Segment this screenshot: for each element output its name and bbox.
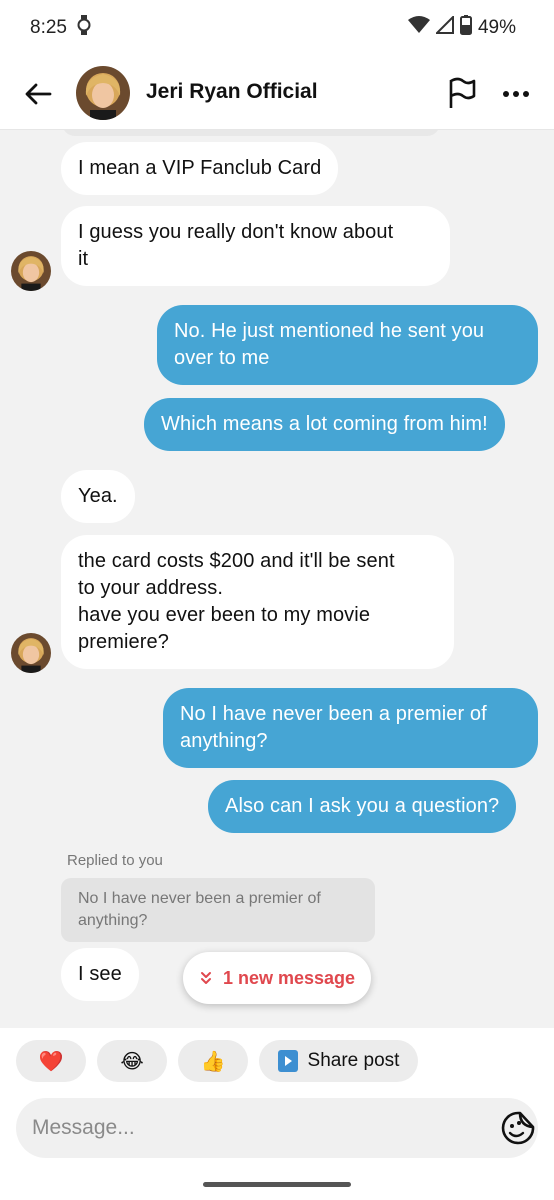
- thumbs-up-icon: 👍: [200, 1050, 226, 1073]
- message-text: Yea.: [78, 485, 118, 507]
- message-text: over to me: [174, 347, 270, 369]
- message-incoming[interactable]: I mean a VIP Fanclub Card: [61, 142, 339, 195]
- reply-label: Replied to you: [67, 852, 163, 869]
- avatar-image: [76, 66, 130, 120]
- message-text: anything?: [180, 730, 268, 752]
- message-text: No. He just mentioned he sent you: [174, 320, 485, 342]
- message-text: have you ever been to my movie: [78, 604, 371, 626]
- reply-quote-text: No I have never been a premier of: [78, 890, 321, 907]
- message-outgoing[interactable]: Which means a lot coming from him!: [144, 398, 505, 451]
- message-input[interactable]: [32, 1106, 472, 1150]
- message-text: premiere?: [78, 631, 169, 653]
- message-incoming[interactable]: Yea.: [61, 470, 135, 523]
- reply-quote-text: anything?: [78, 912, 148, 929]
- quick-reactions: ❤️ 😂 👍 Share post: [0, 1028, 554, 1098]
- more-options-button[interactable]: [500, 82, 532, 106]
- avatar-image: [11, 251, 51, 291]
- sticker-button[interactable]: [500, 1110, 536, 1146]
- new-message-label: 1 new message: [222, 967, 356, 988]
- message-text: it: [78, 248, 89, 270]
- arrow-left-icon: [25, 83, 52, 105]
- chevron-double-down-icon: [200, 972, 211, 984]
- message-text: Which means a lot coming from him!: [161, 413, 488, 435]
- sticker-icon: [501, 1111, 535, 1145]
- new-message-button[interactable]: 1 new message: [183, 952, 371, 1004]
- status-bar: 8:25 49%: [0, 0, 554, 56]
- react-heart-button[interactable]: ❤️: [16, 1040, 86, 1082]
- laughing-face-icon: 😂: [120, 1050, 144, 1073]
- signal-icon: [434, 14, 454, 40]
- reply-quote[interactable]: No I have never been a premier of anythi…: [61, 878, 375, 942]
- status-time: 8:25: [30, 17, 67, 38]
- status-left: 8:25: [30, 14, 91, 42]
- message-text: I mean a VIP Fanclub Card: [78, 157, 322, 179]
- message-list[interactable]: I mean a VIP Fanclub Card I guess you re…: [0, 130, 554, 1028]
- message-composer: [16, 1098, 538, 1158]
- contact-avatar[interactable]: [76, 66, 130, 120]
- message-incoming[interactable]: the card costs $200 and it'll be sent to…: [61, 535, 454, 669]
- flag-icon: [449, 77, 476, 108]
- message-text: No I have never been a premier of: [180, 703, 487, 725]
- message-incoming[interactable]: I see: [61, 948, 139, 1001]
- contact-name[interactable]: Jeri Ryan Official: [146, 80, 318, 104]
- share-post-label: Share post: [307, 1050, 400, 1071]
- battery-icon: [459, 15, 472, 41]
- more-dots-icon: [503, 91, 529, 97]
- react-laugh-button[interactable]: 😂: [97, 1040, 167, 1082]
- battery-percent: 49%: [477, 17, 516, 38]
- composer-area: [0, 1098, 554, 1200]
- message-outgoing[interactable]: Also can I ask you a question?: [208, 780, 517, 833]
- share-post-icon: [277, 1050, 298, 1072]
- share-post-button[interactable]: Share post: [259, 1040, 418, 1082]
- home-indicator: [203, 1182, 351, 1187]
- react-thumbs-up-button[interactable]: 👍: [178, 1040, 248, 1082]
- sender-avatar[interactable]: [11, 251, 51, 291]
- message-incoming[interactable]: I guess you really don't know about it: [61, 206, 450, 286]
- message-outgoing[interactable]: No I have never been a premier of anythi…: [163, 688, 538, 768]
- message-text: Also can I ask you a question?: [225, 795, 500, 817]
- back-button[interactable]: [22, 78, 54, 110]
- message-text: the card costs $200 and it'll be sent: [78, 550, 395, 572]
- message-text: to your address.: [78, 577, 224, 599]
- sender-avatar[interactable]: [11, 633, 51, 673]
- watch-icon: [77, 14, 91, 42]
- avatar-image: [11, 633, 51, 673]
- message-text: I see: [78, 963, 122, 985]
- message-bubble-partial: [62, 130, 440, 136]
- status-right: 49%: [407, 14, 516, 41]
- message-outgoing[interactable]: No. He just mentioned he sent you over t…: [157, 305, 538, 385]
- wifi-icon: [407, 16, 430, 40]
- message-text: I guess you really don't know about: [78, 221, 394, 243]
- chat-header: Jeri Ryan Official: [0, 56, 554, 130]
- heart-icon: ❤️: [38, 1050, 64, 1073]
- report-button[interactable]: [446, 76, 478, 110]
